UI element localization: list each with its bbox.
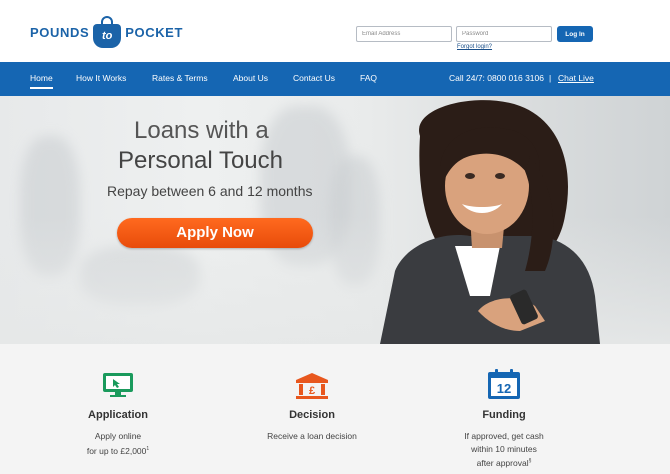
brand-word-left: POUNDS	[30, 24, 90, 40]
site-header: POUNDS to POCKET Log In Forgot login?	[0, 0, 670, 62]
login-button[interactable]: Log In	[557, 26, 593, 42]
footnote-marker: §	[528, 458, 532, 464]
hero-subtitle: Repay between 6 and 12 months	[107, 183, 313, 199]
feature-line: for up to £2,000	[86, 445, 147, 456]
hero-banner: Loans with a Personal Touch Repay betwee…	[0, 96, 670, 344]
nav-how-it-works[interactable]: How It Works	[76, 73, 126, 83]
calendar-icon: 12	[488, 369, 520, 399]
calendar-number: 12	[497, 381, 511, 396]
nav-home[interactable]: Home	[30, 73, 53, 89]
footnote-marker: 1	[146, 445, 150, 452]
feature-line: If approved, get cash	[464, 431, 544, 441]
forgot-login-link[interactable]: Forgot login?	[457, 44, 492, 50]
feature-description: Receive a loan decision	[222, 430, 402, 443]
svg-text:£: £	[309, 385, 315, 397]
feature-description: Apply online for up to £2,0001	[28, 430, 208, 457]
nav-about-us[interactable]: About Us	[233, 73, 268, 83]
nav-separator: |	[549, 73, 552, 83]
feature-line: Apply online	[94, 431, 142, 441]
email-input[interactable]	[356, 26, 452, 42]
woman-photo	[380, 100, 600, 344]
feature-title: Application	[88, 409, 148, 421]
nav-contact-us[interactable]: Contact Us	[293, 73, 335, 83]
feature-line: after approval	[476, 457, 529, 468]
nav-faq[interactable]: FAQ	[360, 73, 377, 83]
features-section: Application Apply online for up to £2,00…	[0, 344, 670, 474]
chat-live-link[interactable]: Chat Live	[558, 73, 594, 83]
main-nav: Home How It Works Rates & Terms About Us…	[0, 62, 670, 96]
feature-line: within 10 minutes	[471, 443, 537, 454]
brand-logo[interactable]: POUNDS to POCKET	[30, 10, 183, 54]
monitor-icon	[103, 373, 133, 397]
bank-icon: £	[296, 373, 328, 399]
hero-title-line2: Personal Touch	[118, 147, 283, 174]
brand-word-middle: to	[93, 24, 122, 48]
password-input[interactable]	[456, 26, 552, 42]
phone-number[interactable]: Call 24/7: 0800 016 3106	[449, 73, 544, 83]
feature-title: Decision	[289, 409, 335, 421]
feature-line: Receive a loan decision	[267, 431, 357, 441]
hero-title-line1: Loans with a	[134, 117, 269, 144]
nav-rates-terms[interactable]: Rates & Terms	[152, 73, 208, 83]
feature-description: If approved, get cash within 10 minutes …	[414, 430, 594, 469]
apply-now-button[interactable]: Apply Now	[117, 218, 313, 248]
feature-title: Funding	[482, 409, 526, 421]
brand-word-right: POCKET	[125, 24, 183, 40]
money-bag-icon: to	[93, 16, 122, 48]
